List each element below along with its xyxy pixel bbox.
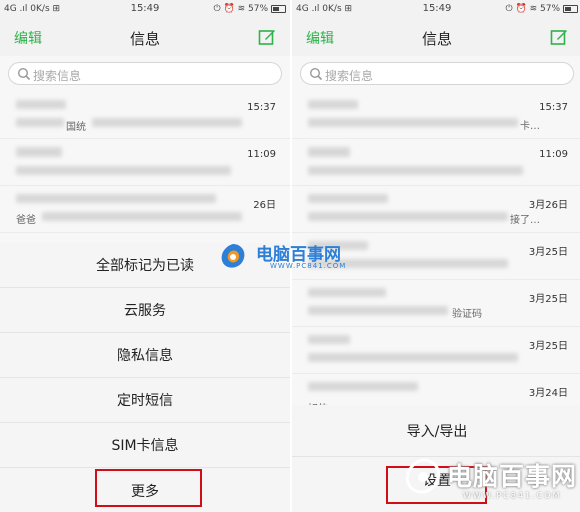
menu-cloud-service[interactable]: 云服务 [0,288,290,333]
search-placeholder: 搜索信息 [33,69,82,83]
page-title: 信息 [421,30,452,48]
message-snippet: 接了… [510,215,540,226]
search-input[interactable]: 搜索信息 [300,62,574,85]
title-bar: 编辑 信息 [0,18,290,56]
message-list: 国统 15:37 11:09 爸爸 26日 [0,92,290,233]
battery-icon [563,5,578,13]
list-item[interactable]: 11:09 [0,139,290,186]
title-bar: 编辑 信息 [292,18,580,56]
status-bar: 4G .ıl 0K/s ⊞ 15:49 ⏻ ⏰ ≋ 57% [292,0,580,18]
message-time: 3月24日 [528,388,568,399]
message-time: 15:37 [539,102,568,113]
menu-sim-info[interactable]: SIM卡信息 [0,423,290,468]
compose-icon[interactable] [550,28,568,46]
menu-scheduled-sms[interactable]: 定时短信 [0,378,290,423]
status-bar: 4G .ıl 0K/s ⊞ 15:49 ⏻ ⏰ ≋ 57% [0,0,290,18]
watermark-name: 电脑百事网 [447,462,578,491]
menu-import-export[interactable]: 导入/导出 [292,405,580,457]
system-status: ⏻ ⏰ ≋ 57% [213,4,268,14]
watermark-logo: 电脑百事网 WWW.PC841.COM [218,240,368,272]
message-snippet: 国统 [66,122,86,133]
list-item[interactable]: 爸爸 26日 [0,186,290,233]
message-time: 11:09 [539,149,568,160]
search-icon [17,67,31,81]
system-status: ⏻ ⏰ ≋ 57% [505,4,560,14]
list-item[interactable]: 验证码 3月25日 [292,280,580,327]
list-item[interactable]: 3月25日 [292,327,580,374]
message-time: 26日 [253,200,276,211]
message-time: 15:37 [247,102,276,113]
watermark-logo: 电脑百事网 WWW.PC841.COM [403,455,578,505]
brand-logo-icon [221,244,245,268]
message-time: 3月26日 [528,200,568,211]
page-title: 信息 [129,30,160,48]
message-time: 11:09 [247,149,276,160]
search-placeholder: 搜索信息 [325,69,374,83]
message-time: 3月25日 [528,341,568,352]
watermark-url: WWW.PC841.COM [270,262,347,270]
battery-icon [271,5,286,13]
message-snippet: 卡… [520,121,540,132]
message-snippet: 验证码 [452,309,482,320]
watermark-url: WWW.PC841.COM [463,491,562,500]
brand-logo-icon [405,458,441,494]
list-item[interactable]: 国统 15:37 [0,92,290,139]
list-item[interactable]: 11:09 [292,139,580,186]
menu-private-messages[interactable]: 隐私信息 [0,333,290,378]
search-icon [309,67,323,81]
compose-icon[interactable] [258,28,276,46]
search-input[interactable]: 搜索信息 [8,62,282,85]
list-item[interactable]: 接了… 3月26日 [292,186,580,233]
message-time: 3月25日 [528,247,568,258]
highlight-box [95,469,202,507]
message-snippet: 爸爸 [16,215,36,226]
list-item[interactable]: 卡… 15:37 [292,92,580,139]
message-time: 3月25日 [528,294,568,305]
